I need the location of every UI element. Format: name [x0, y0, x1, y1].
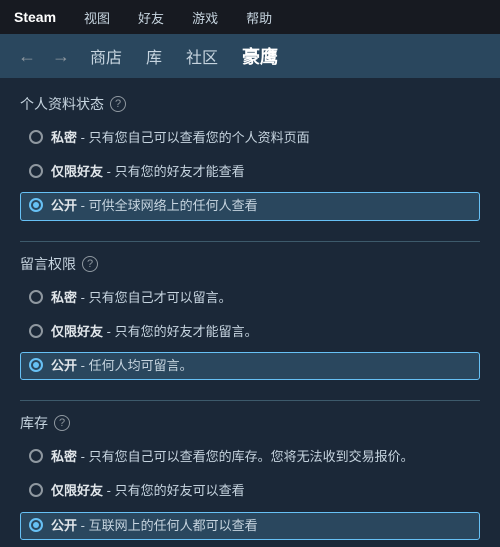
inventory-private-option[interactable]: 私密 - 只有您自己可以查看您的库存。您将无法收到交易报价。: [20, 443, 480, 471]
profile-friends-radio[interactable]: [29, 164, 43, 178]
inventory-friends-option[interactable]: 仅限好友 - 只有您的好友可以查看: [20, 477, 480, 505]
inventory-public-radio[interactable]: [29, 518, 43, 532]
comments-private-label: 私密 - 只有您自己才可以留言。: [51, 289, 232, 307]
nav-current-page: 豪鹰: [232, 39, 288, 73]
nav-store[interactable]: 商店: [80, 40, 132, 72]
inventory-private-label: 私密 - 只有您自己可以查看您的库存。您将无法收到交易报价。: [51, 448, 414, 466]
divider-1: [20, 241, 480, 242]
help-menu[interactable]: 帮助: [240, 4, 278, 31]
comments-help-icon[interactable]: ?: [82, 256, 98, 272]
profile-section: 个人资料状态 ? 私密 - 只有您自己可以查看您的个人资料页面 仅限好友 - 只…: [20, 94, 480, 221]
profile-friends-label: 仅限好友 - 只有您的好友才能查看: [51, 163, 245, 181]
profile-help-icon[interactable]: ?: [110, 96, 126, 112]
steam-menu[interactable]: Steam: [8, 5, 62, 29]
comments-public-radio[interactable]: [29, 358, 43, 372]
comments-public-label: 公开 - 任何人均可留言。: [51, 357, 193, 375]
inventory-friends-radio[interactable]: [29, 483, 43, 497]
nav-community[interactable]: 社区: [176, 40, 228, 72]
comments-radio-group: 私密 - 只有您自己才可以留言。 仅限好友 - 只有您的好友才能留言。 公开 -…: [20, 284, 480, 381]
nav-library[interactable]: 库: [136, 40, 172, 72]
comments-friends-radio[interactable]: [29, 324, 43, 338]
comments-friends-option[interactable]: 仅限好友 - 只有您的好友才能留言。: [20, 318, 480, 346]
menubar: Steam 视图 好友 游戏 帮助: [0, 0, 500, 34]
forward-button[interactable]: →: [46, 42, 76, 71]
profile-public-option[interactable]: 公开 - 可供全球网络上的任何人查看: [20, 192, 480, 220]
inventory-friends-label: 仅限好友 - 只有您的好友可以查看: [51, 482, 245, 500]
comments-section-title: 留言权限 ?: [20, 254, 480, 274]
main-content: 个人资料状态 ? 私密 - 只有您自己可以查看您的个人资料页面 仅限好友 - 只…: [0, 78, 500, 547]
comments-private-option[interactable]: 私密 - 只有您自己才可以留言。: [20, 284, 480, 312]
view-menu[interactable]: 视图: [78, 4, 116, 31]
comments-private-radio[interactable]: [29, 290, 43, 304]
profile-radio-group: 私密 - 只有您自己可以查看您的个人资料页面 仅限好友 - 只有您的好友才能查看…: [20, 124, 480, 221]
comments-public-option[interactable]: 公开 - 任何人均可留言。: [20, 352, 480, 380]
profile-public-radio[interactable]: [29, 198, 43, 212]
navbar: ← → 商店 库 社区 豪鹰: [0, 34, 500, 78]
inventory-public-option[interactable]: 公开 - 互联网上的任何人都可以查看: [20, 512, 480, 540]
inventory-radio-group: 私密 - 只有您自己可以查看您的库存。您将无法收到交易报价。 仅限好友 - 只有…: [20, 443, 480, 540]
friends-menu[interactable]: 好友: [132, 4, 170, 31]
comments-section: 留言权限 ? 私密 - 只有您自己才可以留言。 仅限好友 - 只有您的好友才能留…: [20, 254, 480, 381]
inventory-public-label: 公开 - 互联网上的任何人都可以查看: [51, 517, 258, 535]
inventory-section: 库存 ? 私密 - 只有您自己可以查看您的库存。您将无法收到交易报价。 仅限好友…: [20, 413, 480, 547]
profile-private-label: 私密 - 只有您自己可以查看您的个人资料页面: [51, 129, 310, 147]
profile-section-title: 个人资料状态 ?: [20, 94, 480, 114]
comments-friends-label: 仅限好友 - 只有您的好友才能留言。: [51, 323, 258, 341]
inventory-help-icon[interactable]: ?: [54, 415, 70, 431]
profile-private-option[interactable]: 私密 - 只有您自己可以查看您的个人资料页面: [20, 124, 480, 152]
games-menu[interactable]: 游戏: [186, 4, 224, 31]
back-button[interactable]: ←: [12, 42, 42, 71]
inventory-section-title: 库存 ?: [20, 413, 480, 433]
inventory-private-radio[interactable]: [29, 449, 43, 463]
divider-2: [20, 400, 480, 401]
profile-friends-option[interactable]: 仅限好友 - 只有您的好友才能查看: [20, 158, 480, 186]
profile-public-label: 公开 - 可供全球网络上的任何人查看: [51, 197, 258, 215]
profile-private-radio[interactable]: [29, 130, 43, 144]
